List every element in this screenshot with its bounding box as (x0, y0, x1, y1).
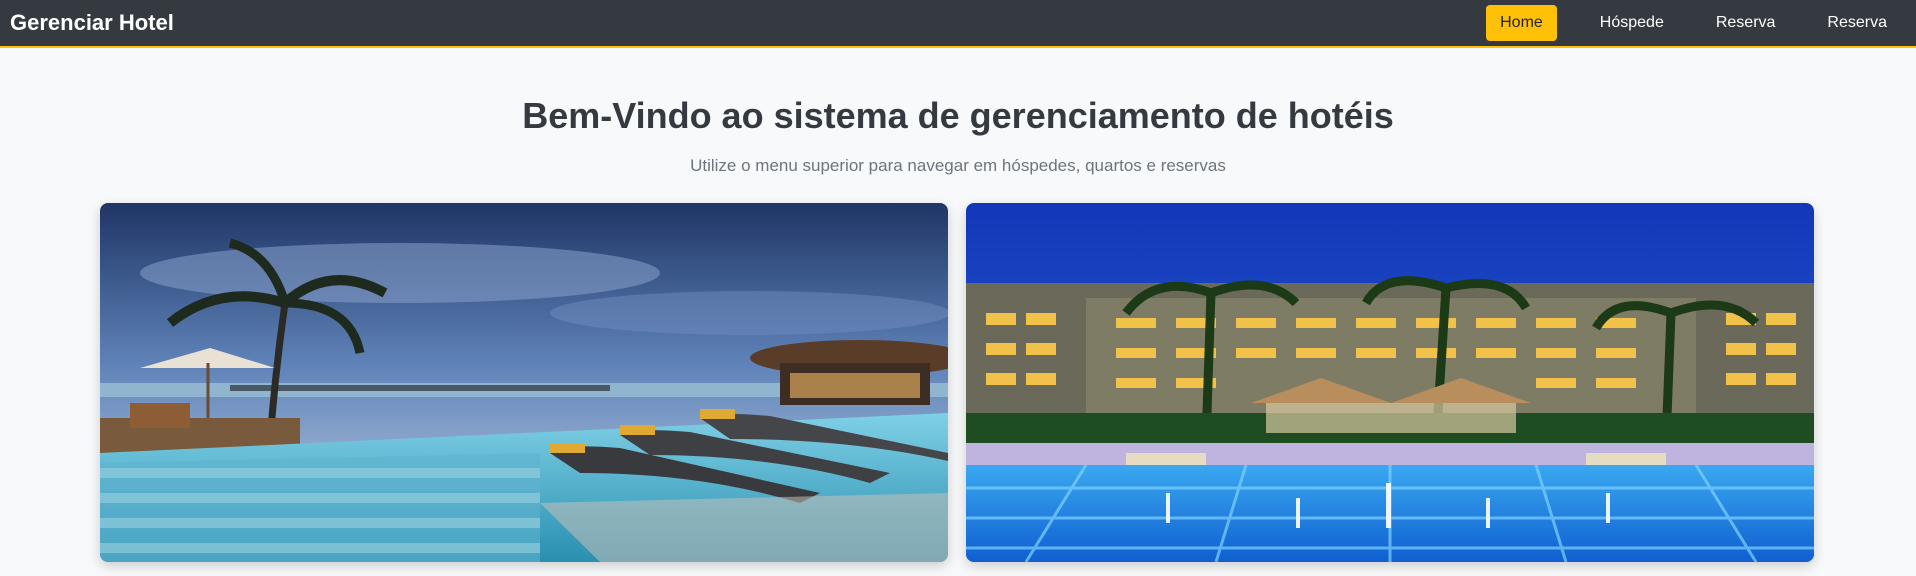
nav-link-hospede[interactable]: Hóspede (1581, 5, 1683, 41)
nav-link-home[interactable]: Home (1486, 5, 1557, 41)
resort-night-image (966, 203, 1814, 562)
nav-link-reserva-2[interactable]: Reserva (1808, 5, 1906, 41)
nav-links: Home Hóspede Reserva Reserva (1486, 5, 1906, 41)
page-subtitle: Utilize o menu superior para navegar em … (690, 156, 1226, 175)
hotel-image-card-pool-dusk (100, 203, 948, 562)
pool-dusk-image (100, 203, 948, 562)
nav-link-reserva[interactable]: Reserva (1697, 5, 1795, 41)
page-title: Bem-Vindo ao sistema de gerenciamento de… (522, 95, 1394, 136)
top-navbar: Gerenciar Hotel Home Hóspede Reserva Res… (0, 0, 1916, 48)
hotel-image-card-resort-night (966, 203, 1814, 562)
brand-link[interactable]: Gerenciar Hotel (10, 10, 174, 36)
